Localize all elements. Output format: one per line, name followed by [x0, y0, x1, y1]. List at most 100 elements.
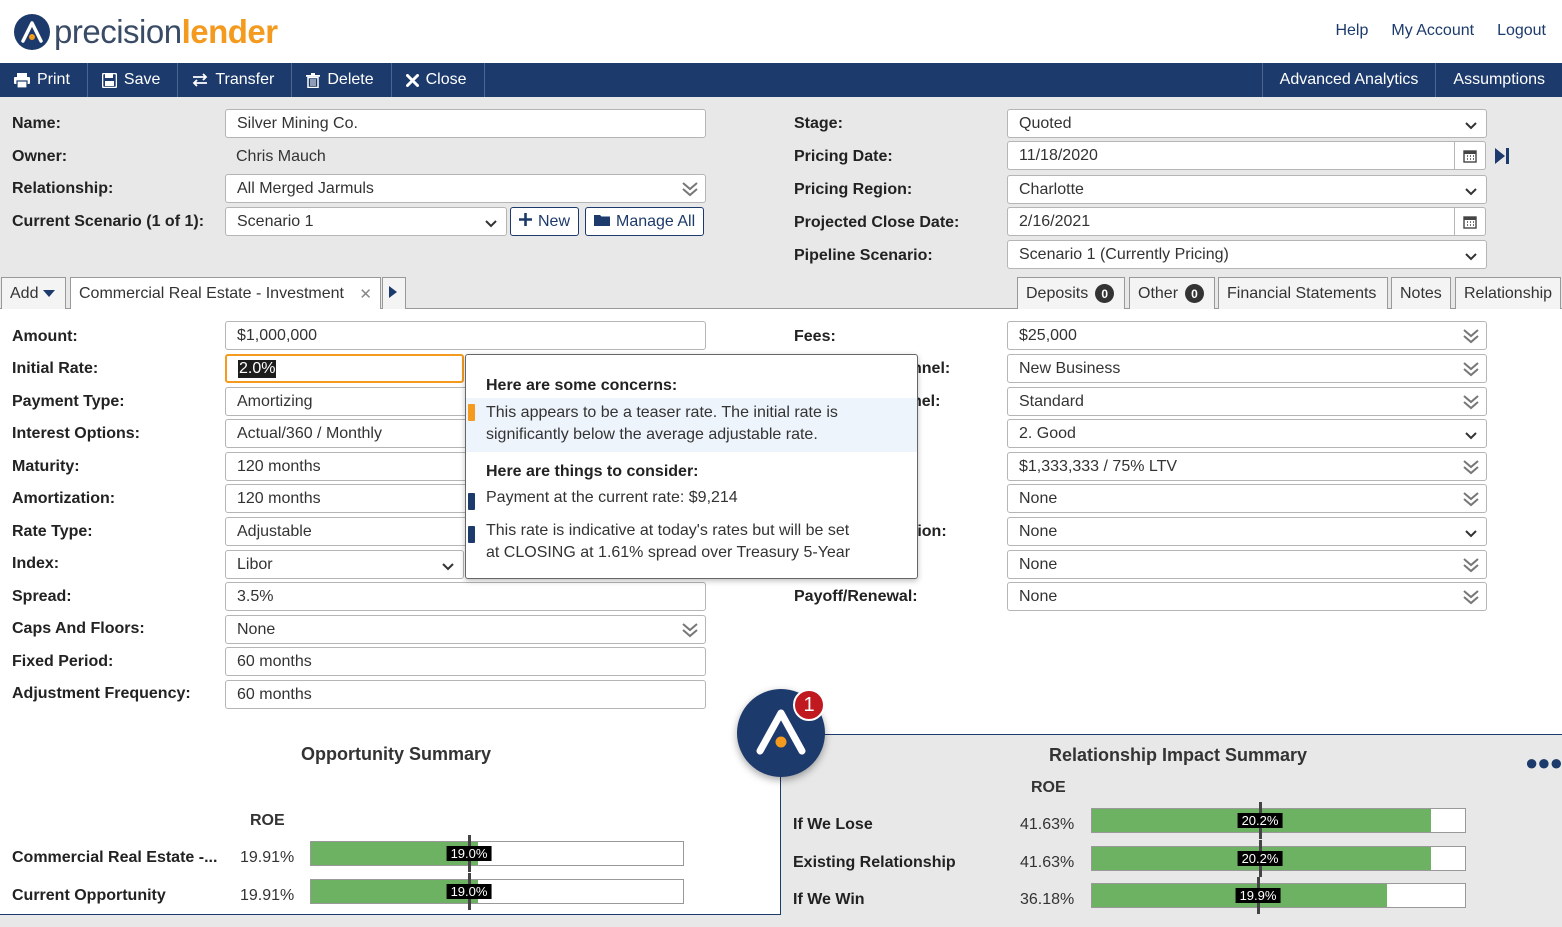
scenario-select[interactable]: Scenario 1: [225, 207, 507, 236]
projected-close-date-label: Projected Close Date:: [794, 214, 960, 231]
roe-bar-label: 19.0%: [446, 884, 492, 899]
option-select-2[interactable]: None: [1007, 517, 1487, 546]
logout-link[interactable]: Logout: [1497, 22, 1546, 40]
payoff-renewal-label: Payoff/Renewal:: [794, 588, 918, 605]
pipeline-scenario-select[interactable]: Scenario 1 (Currently Pricing): [1007, 240, 1487, 269]
print-icon: [14, 72, 30, 88]
bottom-strip: [0, 915, 781, 927]
projected-close-date-input[interactable]: 2/16/2021: [1007, 207, 1455, 236]
option-select-1[interactable]: None: [1007, 484, 1487, 513]
tab-commercial-real-estate[interactable]: Commercial Real Estate - Investment ✕: [70, 277, 381, 310]
pipeline-scenario-value: Scenario 1 (Currently Pricing): [1019, 245, 1229, 263]
tab-relationship[interactable]: Relationship: [1455, 277, 1561, 309]
save-icon: [101, 72, 117, 88]
adjustment-frequency-input[interactable]: 60 months: [225, 680, 706, 709]
relationship-roe-bar: 20.2%: [1091, 840, 1466, 877]
close-button[interactable]: Close: [392, 63, 485, 97]
manage-all-button[interactable]: Manage All: [585, 207, 705, 236]
collateral-select[interactable]: $1,333,333 / 75% LTV: [1007, 452, 1487, 481]
channel-value: New Business: [1019, 359, 1121, 377]
advanced-analytics-button[interactable]: Advanced Analytics: [1261, 63, 1436, 97]
save-label: Save: [123, 71, 161, 88]
consider-text-2a: This rate is indicative at today's rates…: [486, 522, 850, 539]
stage-label: Stage:: [794, 115, 843, 132]
help-link[interactable]: Help: [1335, 22, 1368, 40]
relationship-row-value: 41.63%: [1020, 854, 1075, 871]
trash-icon: [306, 72, 321, 88]
manage-all-label: Manage All: [616, 212, 696, 230]
consider-item-1: Payment at the current rate: $9,214: [466, 487, 917, 510]
index-select[interactable]: Libor: [225, 550, 464, 579]
chevron-down-icon: [1464, 249, 1478, 267]
pipeline-scenario-label: Pipeline Scenario:: [794, 247, 933, 264]
rate-advisor-tooltip: Here are some concerns: This appears to …: [465, 354, 918, 579]
brand-name: precisionlender: [54, 13, 278, 50]
spread-input[interactable]: 3.5%: [225, 582, 706, 611]
logo-icon: [14, 14, 50, 50]
save-button[interactable]: Save: [88, 63, 179, 97]
pricing-date-input[interactable]: 11/18/2020: [1007, 141, 1455, 170]
initial-rate-label: Initial Rate:: [12, 360, 99, 377]
consider-item-2: This rate is indicative at today's rates…: [466, 520, 917, 564]
tab-notes[interactable]: Notes: [1391, 277, 1451, 309]
pricing-region-value: Charlotte: [1019, 180, 1084, 198]
calendar-icon[interactable]: [1454, 141, 1486, 170]
product-tabs: Add Commercial Real Estate - Investment …: [0, 277, 1562, 310]
plus-icon: [519, 212, 532, 231]
my-account-link[interactable]: My Account: [1391, 22, 1474, 40]
amount-input[interactable]: $1,000,000: [225, 321, 706, 350]
consider-text-2b: at CLOSING at 1.61% spread over Treasury…: [486, 544, 851, 561]
tab-deposits[interactable]: Deposits 0: [1017, 277, 1125, 309]
opportunity-row-value: 19.91%: [240, 849, 295, 866]
double-chevron-down-icon: [1462, 392, 1480, 417]
opportunity-summary-panel: Opportunity Summary ROE Commercial Real …: [0, 734, 781, 915]
index-value: Libor: [237, 555, 273, 573]
tab-other[interactable]: Other 0: [1129, 277, 1215, 309]
risk-rating-select[interactable]: 2. Good: [1007, 419, 1487, 448]
relationship-row-value: 41.63%: [1020, 816, 1075, 833]
assumptions-button[interactable]: Assumptions: [1435, 63, 1562, 97]
skip-forward-icon[interactable]: [1494, 147, 1510, 170]
relationship-row-value: 36.18%: [1020, 891, 1075, 908]
transfer-icon: [192, 73, 208, 87]
channel-select[interactable]: New Business: [1007, 354, 1487, 383]
double-chevron-down-icon: [681, 620, 699, 645]
scroll-tabs-right-button[interactable]: [382, 277, 406, 309]
caps-floors-select[interactable]: None: [225, 615, 706, 644]
brand-logo[interactable]: precisionlender: [14, 10, 278, 54]
transfer-button[interactable]: Transfer: [178, 63, 293, 97]
delete-button[interactable]: Delete: [292, 63, 392, 97]
more-options-icon[interactable]: ●●●: [1525, 750, 1562, 776]
spread-label: Spread:: [12, 588, 72, 605]
new-scenario-button[interactable]: New: [510, 207, 580, 236]
standard-select[interactable]: Standard: [1007, 387, 1487, 416]
double-chevron-down-icon: [1462, 555, 1480, 580]
close-tab-icon[interactable]: ✕: [359, 285, 372, 303]
stage-select[interactable]: Quoted: [1007, 109, 1487, 138]
name-input[interactable]: Silver Mining Co.: [225, 109, 706, 138]
option-value-3: None: [1019, 555, 1058, 573]
pricing-region-select[interactable]: Charlotte: [1007, 175, 1487, 204]
new-label: New: [538, 212, 571, 230]
scenario-value: Scenario 1: [237, 212, 314, 230]
print-label: Print: [37, 71, 70, 88]
collateral-value: $1,333,333 / 75% LTV: [1019, 457, 1178, 475]
add-product-dropdown[interactable]: Add: [1, 277, 66, 309]
option-select-3[interactable]: None: [1007, 550, 1487, 579]
chevron-down-icon: [1464, 428, 1478, 446]
chevron-down-icon: [1464, 526, 1478, 544]
chevron-down-icon: [484, 216, 498, 234]
relationship-select[interactable]: All Merged Jarmuls: [225, 174, 706, 203]
initial-rate-input[interactable]: 2.0%: [225, 354, 464, 383]
fixed-period-input[interactable]: 60 months: [225, 647, 706, 676]
tab-financial-statements[interactable]: Financial Statements: [1218, 277, 1388, 309]
relationship-row-label: Existing Relationship: [793, 854, 956, 871]
calendar-icon[interactable]: [1454, 207, 1486, 236]
relationship-roe-bar: 19.9%: [1091, 877, 1466, 914]
relationship-label: Relationship:: [12, 180, 114, 197]
concern-text-2: significantly below the average adjustab…: [486, 426, 818, 443]
print-button[interactable]: Print: [0, 63, 88, 97]
relationship-row-label: If We Win: [793, 891, 865, 908]
fees-select[interactable]: $25,000: [1007, 321, 1487, 350]
payoff-renewal-select[interactable]: None: [1007, 582, 1487, 611]
